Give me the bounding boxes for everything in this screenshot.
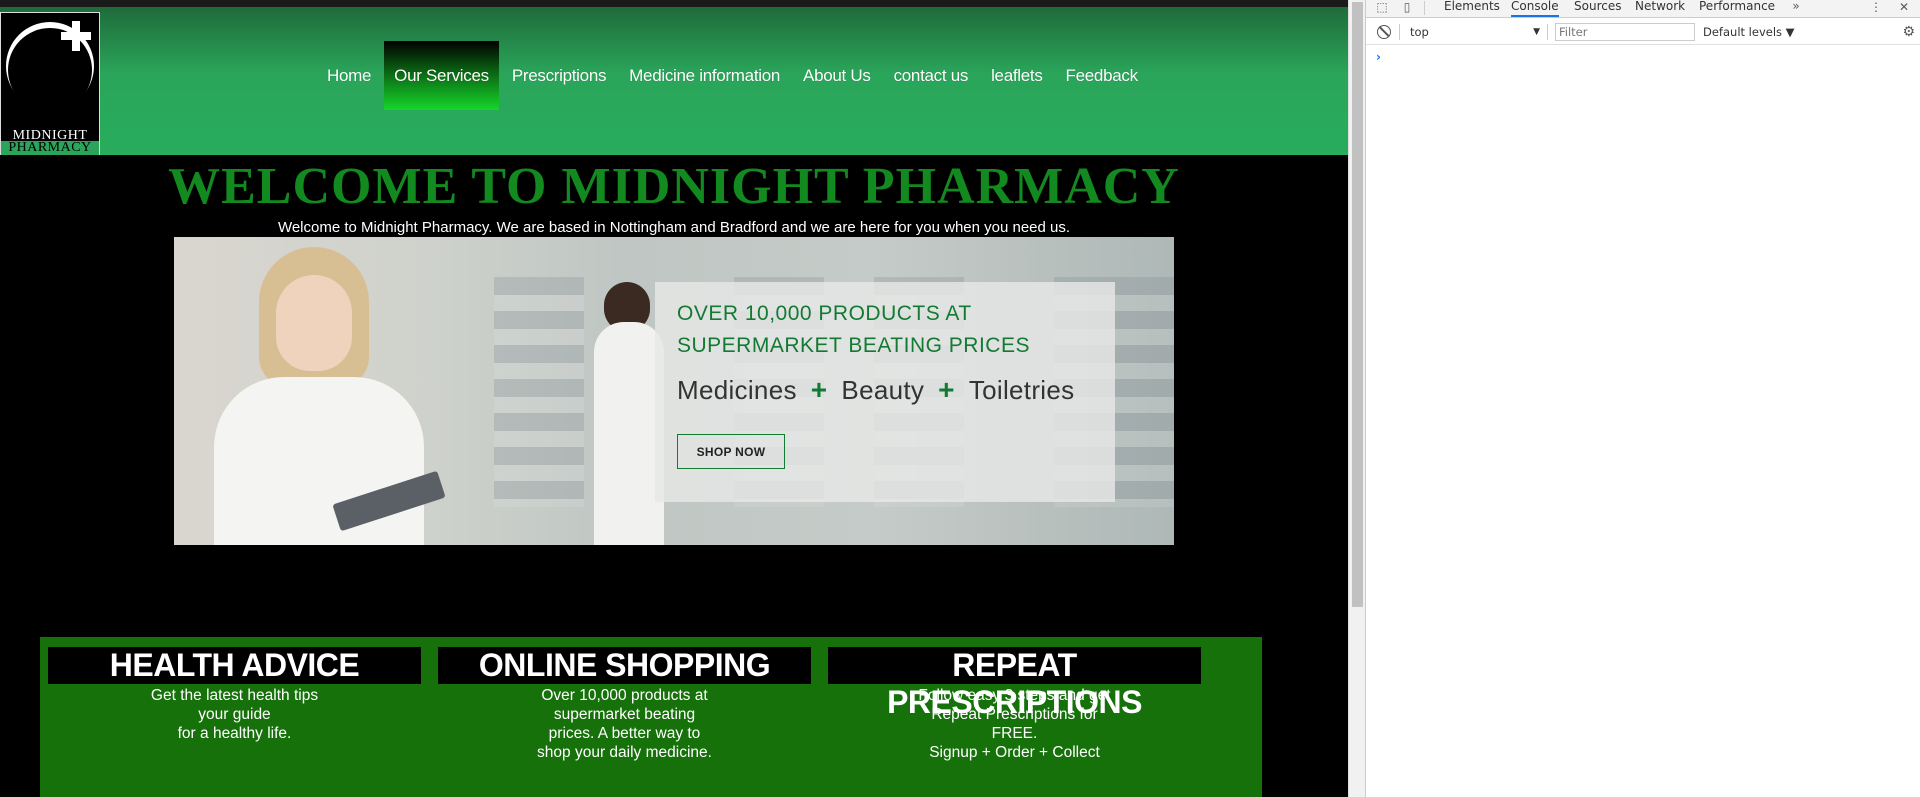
divider (1424, 1, 1425, 15)
tab-sources[interactable]: Sources (1574, 0, 1621, 17)
devtools-menu-icon[interactable]: ⋮ (1868, 0, 1884, 16)
feature-text-line: your guide (198, 706, 271, 723)
plus-icon: + (810, 374, 828, 405)
console-output[interactable]: › (1366, 46, 1920, 797)
nav-item-about-us[interactable]: About Us (793, 41, 881, 110)
feature-description: Over 10,000 products at supermarket beat… (438, 686, 811, 762)
close-icon[interactable]: ✕ (1896, 0, 1912, 16)
context-selector[interactable]: top ▼ (1410, 23, 1540, 41)
welcome-subtitle: Welcome to Midnight Pharmacy. We are bas… (277, 219, 1071, 236)
feature-description: Get the latest health tips your guide fo… (48, 686, 421, 743)
shelf-decoration (494, 277, 584, 507)
devtools-panel: ⬚ ▯ Elements Console Sources Network Per… (1365, 0, 1920, 797)
nav-item-feedback[interactable]: Feedback (1056, 41, 1148, 110)
tab-console[interactable]: Console (1511, 0, 1559, 17)
nav-item-our-services[interactable]: Our Services (384, 41, 499, 110)
feature-title[interactable]: ONLINE SHOPPING (438, 647, 811, 684)
category-medicines: Medicines (677, 374, 797, 405)
feature-text-line: supermarket beating (553, 706, 696, 723)
feature-title[interactable]: HEALTH ADVICE (48, 647, 421, 684)
category-beauty: Beauty (841, 374, 925, 405)
logo-text-pharmacy: PHARMACY (1, 141, 99, 155)
feature-online-shopping: ONLINE SHOPPING Over 10,000 products at … (438, 647, 811, 762)
tab-elements[interactable]: Elements (1444, 0, 1500, 17)
hero-banner: OVER 10,000 PRODUCTS AT SUPERMARKET BEAT… (174, 237, 1174, 545)
plus-icon: + (938, 374, 955, 405)
feature-text-line: FREE. (991, 725, 1038, 742)
feature-text-line: Signup + Order + Collect (929, 744, 1100, 761)
inspect-element-icon[interactable]: ⬚ (1374, 0, 1390, 16)
tab-performance[interactable]: Performance (1699, 0, 1775, 17)
feature-description: Follow easy 3 steps and get Repeat Presc… (828, 686, 1201, 762)
main-navigation: Home Our Services Prescriptions Medicine… (317, 41, 1151, 110)
feature-text-line: prices. A better way to (548, 725, 701, 742)
context-value: top (1410, 25, 1429, 39)
feature-text-line: Over 10,000 products at (541, 687, 708, 704)
page-title: WELCOME TO MIDNIGHT PHARMACY (168, 158, 1180, 215)
page-scrollbar[interactable] (1348, 0, 1365, 797)
hero-categories: Medicines + Beauty + Toiletries (677, 374, 1074, 406)
hero-headline-line: OVER 10,000 PRODUCTS AT (677, 302, 972, 325)
console-prompt-icon[interactable]: › (1376, 50, 1381, 64)
scrollbar-thumb[interactable] (1352, 2, 1363, 607)
nav-item-contact-us[interactable]: contact us (884, 41, 979, 110)
feature-text-line: Get the latest health tips (150, 687, 319, 704)
console-filter-input[interactable] (1555, 23, 1695, 41)
pharmacy-logo[interactable]: MIDNIGHT PHARMACY (0, 12, 100, 155)
tab-network[interactable]: Network (1635, 0, 1685, 17)
hero-headline: OVER 10,000 PRODUCTS AT SUPERMARKET BEAT… (677, 298, 1097, 362)
feature-text-line: shop your daily medicine. (537, 744, 712, 761)
feature-text-line: for a healthy life. (177, 725, 292, 742)
chevron-down-icon: ▼ (1533, 27, 1540, 37)
features-section: HEALTH ADVICE Get the latest health tips… (40, 637, 1262, 797)
pharmacist-background-image (594, 282, 664, 545)
nav-item-leaflets[interactable]: leaflets (981, 41, 1052, 110)
hero-promo-panel: OVER 10,000 PRODUCTS AT SUPERMARKET BEAT… (655, 282, 1115, 502)
pharmacist-image (204, 247, 446, 545)
feature-repeat-prescriptions: REPEAT PRESCRIPTIONS Follow easy 3 steps… (828, 647, 1201, 762)
console-toolbar: top ▼ Default levels ▼ ⚙ (1366, 19, 1920, 45)
page-top-strip (0, 0, 1348, 7)
log-levels-dropdown[interactable]: Default levels ▼ (1703, 23, 1795, 41)
nav-item-home[interactable]: Home (317, 41, 381, 110)
more-tabs-icon[interactable]: » (1788, 0, 1804, 15)
feature-health-advice: HEALTH ADVICE Get the latest health tips… (48, 647, 421, 743)
shop-now-button[interactable]: SHOP NOW (677, 434, 785, 469)
gear-icon[interactable]: ⚙ (1902, 23, 1915, 41)
medical-cross-icon (59, 19, 93, 53)
feature-text-line: Repeat Prescriptions for (931, 706, 1098, 723)
nav-item-prescriptions[interactable]: Prescriptions (502, 41, 616, 110)
category-toiletries: Toiletries (968, 374, 1075, 405)
devtools-tab-bar: ⬚ ▯ Elements Console Sources Network Per… (1366, 0, 1920, 18)
divider (1547, 24, 1548, 40)
feature-text-line: Follow easy 3 steps and get (918, 687, 1111, 704)
page-viewport: MIDNIGHT PHARMACY Home Our Services Pres… (0, 0, 1348, 797)
divider (1399, 24, 1400, 40)
device-toolbar-icon[interactable]: ▯ (1399, 0, 1415, 16)
hero-headline-line: SUPERMARKET BEATING PRICES (677, 334, 1030, 357)
feature-title[interactable]: REPEAT PRESCRIPTIONS (828, 647, 1201, 720)
nav-item-medicine-information[interactable]: Medicine information (619, 41, 790, 110)
clear-console-icon[interactable] (1377, 25, 1391, 39)
site-header: MIDNIGHT PHARMACY Home Our Services Pres… (0, 7, 1348, 155)
